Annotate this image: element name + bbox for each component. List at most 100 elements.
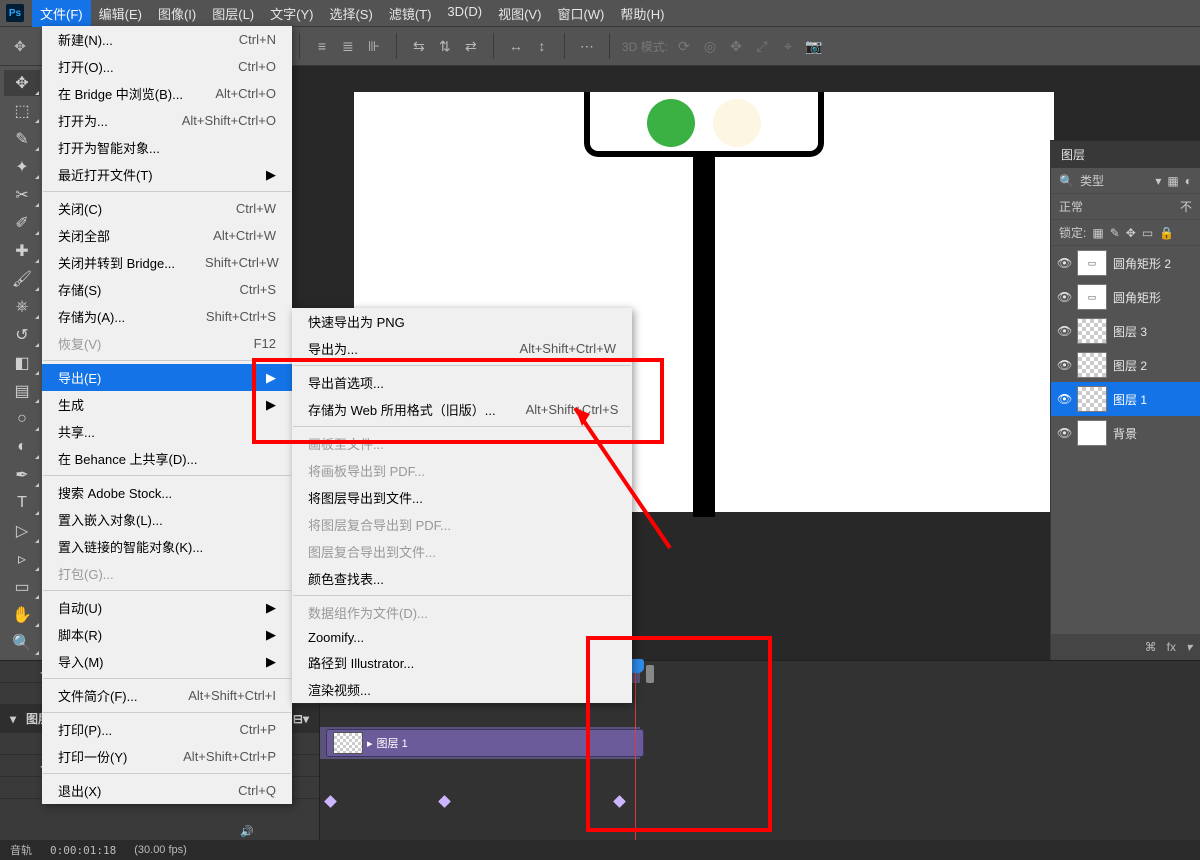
menuitem[interactable]: 退出(X)Ctrl+Q (42, 777, 292, 804)
lock-pixels-icon[interactable]: ▦ (1092, 226, 1103, 240)
menuitem[interactable]: 存储为(A)...Shift+Ctrl+S (42, 303, 292, 330)
menu-编辑(E)[interactable]: 编辑(E) (91, 0, 150, 27)
layer-row[interactable]: 👁▭圆角矩形 2 (1051, 246, 1200, 280)
distribute-icon[interactable]: ⇅ (435, 36, 455, 56)
tool-magic-wand[interactable]: ✦ (4, 154, 40, 180)
distribute-icon[interactable]: ⇄ (461, 36, 481, 56)
work-area-end[interactable] (646, 665, 654, 683)
menuitem[interactable]: 存储为 Web 所用格式（旧版）...Alt+Shift+Ctrl+S (292, 396, 632, 423)
menuitem[interactable]: 关闭并转到 Bridge...Shift+Ctrl+W (42, 249, 292, 276)
tool-zoom[interactable]: 🔍 (4, 630, 40, 656)
menu-帮助(H)[interactable]: 帮助(H) (612, 0, 672, 27)
menuitem[interactable]: 打开(O)...Ctrl+O (42, 53, 292, 80)
layer-row[interactable]: 👁▭圆角矩形 (1051, 280, 1200, 314)
distribute-icon[interactable]: ⇆ (409, 36, 429, 56)
collapse-icon[interactable]: ▾ (10, 712, 16, 726)
tool-dodge[interactable]: ◐ (4, 434, 40, 460)
menuitem[interactable]: 共享... (42, 418, 292, 445)
menuitem[interactable]: 在 Bridge 中浏览(B)...Alt+Ctrl+O (42, 80, 292, 107)
timeline-clip[interactable]: ▸图层 1 (326, 729, 644, 757)
tool-eyedropper[interactable]: ✐ (4, 210, 40, 236)
tool-hand[interactable]: ✋ (4, 602, 40, 628)
menuitem[interactable]: 打印一份(Y)Alt+Shift+Ctrl+P (42, 743, 292, 770)
align-icon[interactable]: ≣ (338, 36, 358, 56)
layer-row[interactable]: 👁图层 3 (1051, 314, 1200, 348)
lock-all-icon[interactable]: 🔒 (1159, 226, 1174, 240)
layer-row[interactable]: 👁图层 2 (1051, 348, 1200, 382)
mute-icon[interactable]: 🔊 (240, 825, 254, 838)
tool-path-select[interactable]: ▷ (4, 518, 40, 544)
distribute-icon[interactable]: ↕ (532, 36, 552, 56)
menuitem[interactable]: 渲染视频... (292, 676, 632, 703)
menuitem[interactable]: 存储(S)Ctrl+S (42, 276, 292, 303)
menu-窗口(W)[interactable]: 窗口(W) (549, 0, 612, 27)
menuitem[interactable]: 路径到 Illustrator... (292, 649, 632, 676)
overflow-icon[interactable]: ⋯ (577, 36, 597, 56)
menu-3D(D)[interactable]: 3D(D) (439, 0, 490, 27)
lock-brush-icon[interactable]: ✎ (1110, 226, 1120, 240)
tool-lasso[interactable]: ✎ (4, 126, 40, 152)
tool-crop[interactable]: ✂ (4, 182, 40, 208)
menuitem[interactable]: 置入嵌入对象(L)... (42, 506, 292, 533)
menuitem[interactable]: 打印(P)...Ctrl+P (42, 716, 292, 743)
menuitem[interactable]: 文件简介(F)...Alt+Shift+Ctrl+I (42, 682, 292, 709)
layers-tab[interactable]: 图层 (1051, 140, 1200, 168)
menuitem[interactable]: Zoomify... (292, 626, 632, 649)
align-icon[interactable]: ⊪ (364, 36, 384, 56)
tool-marquee[interactable]: ⬚ (4, 98, 40, 124)
audio-track-label[interactable]: 音轨 (10, 842, 32, 858)
tool-brush[interactable]: 🖌 (4, 266, 40, 292)
visibility-icon[interactable]: 👁 (1057, 426, 1071, 440)
menuitem[interactable]: 快速导出为 PNG (292, 308, 632, 335)
tool-move[interactable]: ✥ (4, 70, 40, 96)
menu-文件(F)[interactable]: 文件(F) (32, 0, 91, 27)
menu-滤镜(T)[interactable]: 滤镜(T) (381, 0, 440, 27)
layer-row[interactable]: 👁图层 1 (1051, 382, 1200, 416)
menuitem[interactable]: 打开为...Alt+Shift+Ctrl+O (42, 107, 292, 134)
visibility-icon[interactable]: 👁 (1057, 392, 1071, 406)
link-icon[interactable]: ⌘ (1145, 640, 1157, 654)
tool-pen[interactable]: ✒ (4, 462, 40, 488)
lock-move-icon[interactable]: ✥ (1126, 226, 1136, 240)
menuitem[interactable]: 搜索 Adobe Stock... (42, 479, 292, 506)
tool-stamp[interactable]: ⎈ (4, 294, 40, 320)
menuitem[interactable]: 导出(E)▶ (42, 364, 292, 391)
kind-filter-value[interactable]: 类型 (1080, 172, 1104, 189)
menu-图像(I)[interactable]: 图像(I) (150, 0, 204, 27)
keyframe[interactable] (324, 795, 337, 808)
tool-gradient[interactable]: ▤ (4, 378, 40, 404)
menuitem[interactable]: 脚本(R)▶ (42, 621, 292, 648)
tool-type[interactable]: T (4, 490, 40, 516)
menu-图层(L)[interactable]: 图层(L) (204, 0, 262, 27)
menu-选择(S)[interactable]: 选择(S) (321, 0, 380, 27)
tool-history-brush[interactable]: ↺ (4, 322, 40, 348)
keyframe[interactable] (438, 795, 451, 808)
filter-adjust-icon[interactable]: ◐ (1185, 174, 1192, 188)
menuitem[interactable]: 将图层导出到文件... (292, 484, 632, 511)
menuitem[interactable]: 关闭全部Alt+Ctrl+W (42, 222, 292, 249)
menuitem[interactable]: 最近打开文件(T)▶ (42, 161, 292, 188)
tool-rectangle[interactable]: ▭ (4, 574, 40, 600)
tool-direct-select[interactable]: ▹ (4, 546, 40, 572)
playhead[interactable] (635, 661, 636, 860)
visibility-icon[interactable]: 👁 (1057, 256, 1071, 270)
menu-视图(V)[interactable]: 视图(V) (490, 0, 549, 27)
menuitem[interactable]: 关闭(C)Ctrl+W (42, 195, 292, 222)
menuitem[interactable]: 导入(M)▶ (42, 648, 292, 675)
menuitem[interactable]: 导出首选项... (292, 369, 632, 396)
align-icon[interactable]: ≡ (312, 36, 332, 56)
kind-filter-label[interactable]: 🔍 (1059, 174, 1074, 188)
distribute-icon[interactable]: ↔ (506, 36, 526, 56)
visibility-icon[interactable]: 👁 (1057, 324, 1071, 338)
menuitem[interactable]: 导出为...Alt+Shift+Ctrl+W (292, 335, 632, 362)
menuitem[interactable]: 自动(U)▶ (42, 594, 292, 621)
lock-artboard-icon[interactable]: ▭ (1142, 226, 1153, 240)
track-menu-icon[interactable]: ⊟▾ (293, 712, 309, 726)
tool-healing[interactable]: ✚ (4, 238, 40, 264)
menu-文字(Y)[interactable]: 文字(Y) (262, 0, 321, 27)
filter-pixel-icon[interactable]: ▦ (1167, 174, 1178, 188)
keyframe[interactable] (613, 795, 626, 808)
layer-row[interactable]: 👁背景 (1051, 416, 1200, 450)
menuitem[interactable]: 置入链接的智能对象(K)... (42, 533, 292, 560)
visibility-icon[interactable]: 👁 (1057, 358, 1071, 372)
